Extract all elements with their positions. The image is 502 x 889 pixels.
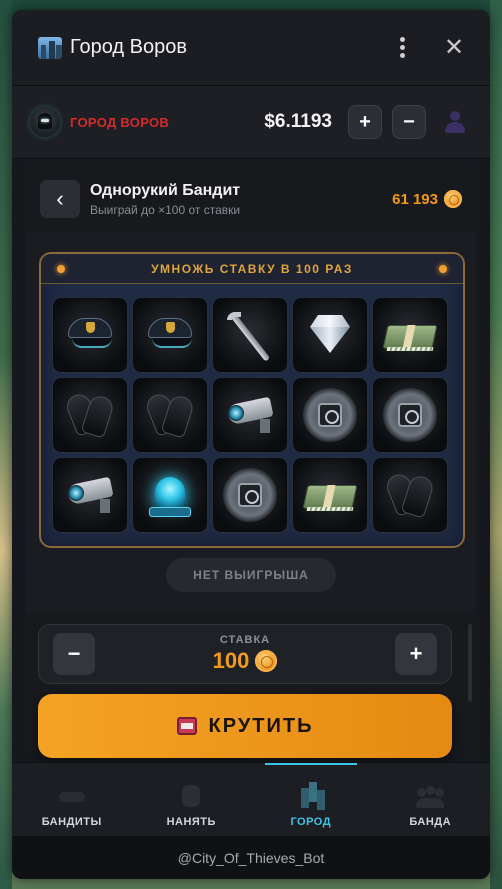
stake-label: СТАВКА: [219, 634, 271, 646]
withdraw-button[interactable]: −: [392, 105, 426, 139]
police-cap-icon: [144, 318, 196, 352]
reel-cell: [133, 298, 207, 372]
game-subtitle: Выиграй до ×100 от ставки: [90, 202, 241, 217]
nav-label: БАНДИТЫ: [41, 816, 102, 828]
bot-username[interactable]: @City_Of_Thieves_Bot: [12, 836, 490, 879]
bottom-nav: БАНДИТЫ НАНЯТЬ ГОРОД БАНДА: [12, 762, 490, 836]
coin-icon: [444, 190, 462, 208]
nav-label: БАНДА: [409, 816, 452, 828]
reel-cell: [293, 458, 367, 532]
decrease-stake-button[interactable]: −: [53, 633, 95, 675]
slot-machine: УМНОЖЬ СТАВКУ В 100 РАЗ: [39, 252, 465, 548]
spin-button[interactable]: КРУТИТЬ: [38, 694, 452, 758]
gang-icon: [415, 782, 445, 810]
app-window: Город Воров ✕ ГОРОД ВОРОВ $6.1193 + − ‹ …: [12, 10, 490, 879]
nav-gang[interactable]: БАНДА: [371, 763, 491, 836]
crowbar-icon: [225, 310, 275, 362]
reel-cell: [53, 458, 127, 532]
city-icon: [296, 782, 326, 810]
thief-logo-icon: [30, 107, 60, 137]
game-title: Однорукий Бандит: [90, 181, 241, 199]
reel-cell: [53, 378, 127, 452]
gloves-icon: [383, 470, 436, 520]
stake-value-wrap: 100: [213, 648, 278, 674]
police-cap-icon: [64, 318, 116, 352]
reel-cell: [213, 378, 287, 452]
background-left: [0, 0, 12, 889]
profile-icon[interactable]: [438, 105, 472, 139]
back-button[interactable]: ‹: [40, 180, 80, 218]
lamp-icon: [57, 265, 65, 273]
reel-cell: [213, 298, 287, 372]
safe-icon: [223, 468, 277, 522]
increase-stake-button[interactable]: +: [395, 633, 437, 675]
lamp-icon: [439, 265, 447, 273]
coin-balance-value: 61 193: [392, 190, 438, 208]
reel-cell: [133, 458, 207, 532]
nav-label: ГОРОД: [290, 816, 332, 828]
banner-text: УМНОЖЬ СТАВКУ В 100 РАЗ: [151, 261, 353, 276]
background-right: [490, 0, 502, 889]
brand-name: ГОРОД ВОРОВ: [70, 114, 170, 130]
reels-grid: [41, 284, 463, 532]
add-balance-button[interactable]: +: [348, 105, 382, 139]
coin-balance: 61 193: [392, 190, 462, 208]
game-header: ‹ Однорукий Бандит Выиграй до ×100 от ст…: [26, 166, 476, 232]
safe-icon: [383, 388, 437, 442]
mask-icon: [57, 782, 87, 810]
window-title: Город Воров: [70, 36, 187, 58]
diamond-icon: [306, 315, 354, 355]
safe-icon: [303, 388, 357, 442]
main-content: ‹ Однорукий Бандит Выиграй до ×100 от ст…: [26, 166, 476, 756]
result-badge: НЕТ ВЫИГРЫША: [166, 558, 336, 592]
security-camera-icon: [222, 393, 278, 437]
reel-cell: [373, 298, 447, 372]
spin-label: КРУТИТЬ: [208, 714, 314, 737]
nav-hire[interactable]: НАНЯТЬ: [132, 763, 252, 836]
title-bar: Город Воров ✕: [12, 10, 490, 86]
reel-cell: [293, 298, 367, 372]
reel-cell: [53, 298, 127, 372]
nav-label: НАНЯТЬ: [166, 816, 216, 828]
nav-bandits[interactable]: БАНДИТЫ: [12, 763, 132, 836]
close-icon[interactable]: ✕: [434, 33, 474, 62]
siren-icon: [147, 471, 193, 519]
reel-cell: [213, 458, 287, 532]
fist-icon: [176, 782, 206, 810]
money-stack-icon: [382, 317, 438, 353]
gloves-icon: [63, 390, 116, 440]
city-app-icon: [38, 36, 62, 59]
reel-cell: [373, 378, 447, 452]
reel-cell: [293, 378, 367, 452]
machine-banner: УМНОЖЬ СТАВКУ В 100 РАЗ: [41, 254, 463, 284]
nav-city[interactable]: ГОРОД: [251, 763, 371, 836]
gloves-icon: [143, 390, 196, 440]
security-camera-icon: [62, 473, 118, 517]
scrollbar[interactable]: [468, 624, 472, 702]
money-stack-icon: [302, 477, 358, 513]
reel-cell: [133, 378, 207, 452]
balance: $6.1193: [264, 111, 332, 132]
app-header: ГОРОД ВОРОВ $6.1193 + −: [12, 86, 490, 159]
slot-machine-icon: [176, 717, 197, 735]
coin-icon: [255, 650, 278, 672]
stake-value: 100: [212, 648, 250, 673]
stake-control: − СТАВКА 100 +: [38, 624, 452, 684]
reel-cell: [373, 458, 447, 532]
more-menu-icon[interactable]: [382, 34, 422, 61]
